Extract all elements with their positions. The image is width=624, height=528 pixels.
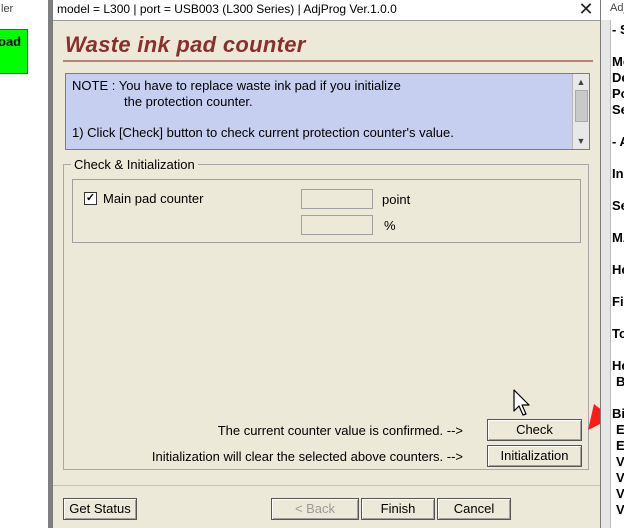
bottom-separator (53, 485, 601, 486)
scroll-up-icon[interactable]: ▲ (573, 74, 589, 90)
right-text: Mo (612, 54, 624, 69)
right-text: Po (612, 86, 624, 101)
right-text: In (612, 166, 624, 181)
right-text: V (616, 486, 624, 501)
scroll-thumb[interactable] (575, 90, 588, 122)
right-text: To (612, 326, 624, 341)
right-window-title: Adj (610, 2, 624, 14)
right-text: MA (612, 230, 624, 245)
right-text: V (616, 470, 624, 485)
mouse-cursor-icon (513, 389, 530, 416)
left-background-window: ler oad (0, 0, 49, 528)
right-text: E (616, 422, 624, 437)
right-background-window: Adj - S Mo De Po Se - A In Se MA He Fi T… (600, 0, 624, 528)
window-title: model = L300 | port = USB003 (L300 Serie… (57, 2, 397, 16)
right-text: E (616, 438, 624, 453)
title-separator (53, 20, 601, 21)
back-button[interactable]: < Back (271, 498, 359, 520)
right-text: - A (612, 134, 624, 149)
cancel-button[interactable]: Cancel (437, 498, 511, 520)
right-window-scrollbar[interactable] (601, 20, 611, 528)
scroll-down-icon[interactable]: ▼ (573, 133, 589, 149)
percent-readout (301, 215, 373, 235)
right-text: Fi (612, 294, 624, 309)
check-button[interactable]: Check (487, 419, 582, 441)
right-text: Se (612, 102, 624, 117)
right-text: Bi (612, 406, 624, 421)
right-text: V (616, 502, 624, 517)
main-pad-checkbox[interactable]: ✓ (84, 192, 97, 205)
close-icon[interactable]: ✕ (575, 0, 597, 19)
point-unit-label: point (382, 192, 411, 207)
right-text: De (612, 70, 624, 85)
note-scrollbar[interactable]: ▲ ▼ (572, 74, 589, 149)
point-readout (301, 189, 373, 209)
note-line-3: 1) Click [Check] button to check current… (72, 125, 454, 140)
group-label: Check & Initialization (71, 157, 198, 172)
right-text: V (616, 454, 624, 469)
main-pad-label: Main pad counter (103, 191, 204, 206)
left-window-title: ler (1, 3, 14, 15)
note-line-2: the protection counter. (124, 94, 253, 109)
page-title: Waste ink pad counter (65, 32, 306, 57)
get-status-button[interactable]: Get Status (63, 498, 137, 520)
right-text: B (616, 374, 624, 389)
right-text: He (612, 262, 624, 277)
title-bar: model = L300 | port = USB003 (L300 Serie… (53, 0, 601, 20)
percent-unit-label: % (384, 218, 396, 233)
initialization-button[interactable]: Initialization (487, 445, 582, 467)
right-text: He (612, 358, 624, 373)
adjprog-dialog: model = L300 | port = USB003 (L300 Serie… (52, 0, 624, 528)
note-line-1: NOTE : You have to replace waste ink pad… (72, 78, 401, 93)
check-description: The current counter value is confirmed. … (217, 423, 463, 438)
note-textbox[interactable]: NOTE : You have to replace waste ink pad… (65, 73, 590, 150)
initialization-description: Initialization will clear the selected a… (151, 449, 463, 464)
finish-button[interactable]: Finish (361, 498, 435, 520)
right-text: Se (612, 198, 624, 213)
right-text: - S (612, 22, 624, 37)
left-green-button[interactable]: oad (0, 29, 28, 74)
title-underline (63, 60, 593, 62)
